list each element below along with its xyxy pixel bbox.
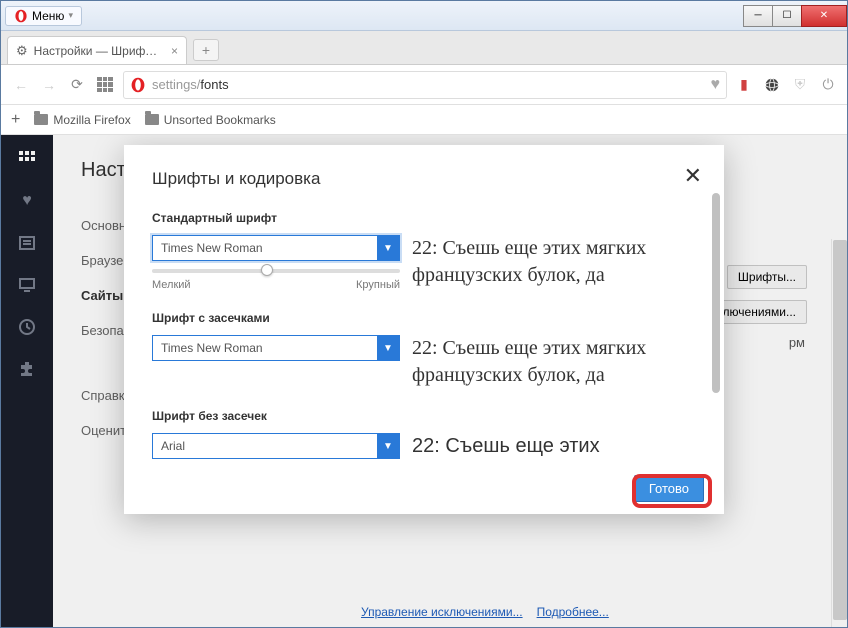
- chevron-down-icon: ▼: [377, 434, 399, 458]
- modal-title: Шрифты и кодировка: [152, 169, 696, 189]
- slider-max-label: Крупный: [356, 279, 400, 291]
- sans-font-section: Шрифт без засечек Arial ▼ 22: Съешь еще …: [152, 409, 696, 460]
- scroll-thumb[interactable]: [712, 193, 720, 393]
- sans-font-preview: 22: Съешь еще этих: [412, 433, 696, 460]
- url-box[interactable]: settings/fonts ♥: [123, 71, 727, 99]
- back-button[interactable]: ←: [11, 75, 31, 95]
- close-window-button[interactable]: ✕: [801, 5, 847, 27]
- bookmark-heart-icon[interactable]: ♥: [711, 76, 721, 94]
- chevron-down-icon: ▾: [68, 10, 73, 21]
- standard-font-preview: 22: Съешь еще этих мягких французских бу…: [412, 235, 696, 289]
- new-tab-button[interactable]: +: [193, 39, 219, 61]
- add-bookmark-button[interactable]: +: [11, 111, 20, 129]
- sans-font-select[interactable]: Arial ▼: [152, 433, 400, 459]
- power-icon[interactable]: ⏻: [819, 76, 837, 94]
- modal-overlay: Шрифты и кодировка ✕ Стандартный шрифт T…: [1, 135, 847, 627]
- serif-font-label: Шрифт с засечками: [152, 311, 696, 325]
- serif-font-preview: 22: Съешь еще этих мягких французских бу…: [412, 335, 696, 389]
- serif-font-section: Шрифт с засечками Times New Roman ▼ 22: …: [152, 311, 696, 389]
- tab-close-icon[interactable]: ×: [171, 44, 178, 58]
- modal-scrollbar[interactable]: [712, 193, 720, 454]
- opera-favicon-icon: [130, 77, 146, 93]
- tab-strip: ⚙ Настройки — Шрифты и... × +: [1, 31, 847, 65]
- menu-label: Меню: [32, 9, 64, 23]
- serif-font-select[interactable]: Times New Roman ▼: [152, 335, 400, 361]
- window-controls: ─ ☐ ✕: [744, 5, 847, 27]
- tab-settings[interactable]: ⚙ Настройки — Шрифты и... ×: [7, 36, 187, 64]
- slider-thumb[interactable]: [261, 264, 273, 276]
- reload-button[interactable]: ⟳: [67, 75, 87, 95]
- modal-close-button[interactable]: ✕: [684, 163, 702, 189]
- grid-icon: [97, 77, 113, 93]
- gear-icon: ⚙: [16, 43, 28, 59]
- maximize-button[interactable]: ☐: [772, 5, 802, 27]
- standard-font-label: Стандартный шрифт: [152, 211, 696, 225]
- tab-title: Настройки — Шрифты и...: [34, 44, 161, 58]
- app-window: Меню ▾ ─ ☐ ✕ ⚙ Настройки — Шрифты и... ×…: [0, 0, 848, 628]
- standard-font-section: Стандартный шрифт Times New Roman ▼ Мелк…: [152, 211, 696, 291]
- address-bar: ← → ⟳ settings/fonts ♥ ▮ ⛨ ⏻: [1, 65, 847, 105]
- content-area: ♥ Настройки Основные Браузер Сайты Безоп…: [1, 135, 847, 627]
- folder-icon: [145, 114, 159, 125]
- opera-menu-button[interactable]: Меню ▾: [5, 6, 82, 26]
- slider-min-label: Мелкий: [152, 279, 191, 291]
- font-size-slider[interactable]: Мелкий Крупный: [152, 269, 400, 291]
- minimize-button[interactable]: ─: [743, 5, 773, 27]
- bookmarks-bar: + Mozilla Firefox Unsorted Bookmarks: [1, 105, 847, 135]
- bookmark-folder[interactable]: Mozilla Firefox: [34, 113, 130, 127]
- fonts-modal: Шрифты и кодировка ✕ Стандартный шрифт T…: [124, 145, 724, 514]
- toolbar-right-icons: ▮ ⛨ ⏻: [735, 76, 837, 94]
- speed-dial-button[interactable]: [95, 75, 115, 95]
- chevron-down-icon: ▼: [377, 236, 399, 260]
- globe-icon[interactable]: [763, 76, 781, 94]
- done-button[interactable]: Готово: [634, 475, 704, 502]
- sidebar-toggle-icon[interactable]: ▮: [735, 76, 753, 94]
- page-scrollbar[interactable]: [831, 239, 847, 627]
- standard-font-select[interactable]: Times New Roman ▼: [152, 235, 400, 261]
- titlebar: Меню ▾ ─ ☐ ✕: [1, 1, 847, 31]
- scroll-thumb[interactable]: [833, 240, 847, 620]
- folder-icon: [34, 114, 48, 125]
- opera-logo-icon: [14, 9, 28, 23]
- forward-button[interactable]: →: [39, 75, 59, 95]
- sans-font-label: Шрифт без засечек: [152, 409, 696, 423]
- url-text[interactable]: settings/fonts: [152, 77, 705, 92]
- shield-icon[interactable]: ⛨: [791, 76, 809, 94]
- bookmark-folder[interactable]: Unsorted Bookmarks: [145, 113, 276, 127]
- chevron-down-icon: ▼: [377, 336, 399, 360]
